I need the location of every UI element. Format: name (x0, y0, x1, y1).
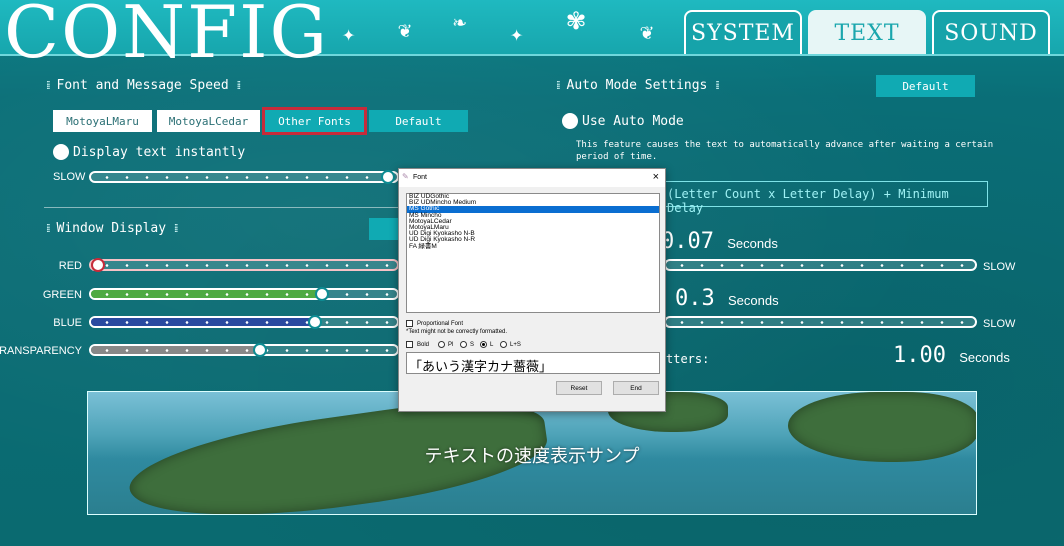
slider-label-red: RED (58, 260, 82, 272)
tab-text[interactable]: TEXT (808, 10, 926, 54)
dots-icon: ⁞⁞ (236, 78, 241, 92)
font-motoya-maru-button[interactable]: MotoyaLMaru (53, 110, 152, 132)
auto-section-heading: ⁞⁞ Auto Mode Settings ⁞⁞ (556, 78, 720, 93)
other-fonts-button[interactable]: Other Fonts (262, 107, 367, 135)
bird-icon: ❦ (640, 20, 654, 45)
slider-green[interactable] (89, 287, 399, 301)
font-preview: 「あいう漢字カナ薔薇」 (406, 352, 660, 374)
divider (44, 207, 399, 208)
bold-label: Bold (417, 342, 430, 348)
bird-icon: ❦ (398, 18, 412, 43)
letter-delay-slow-label: SLOW (983, 261, 1016, 273)
auto-section-title: Auto Mode Settings (566, 78, 708, 93)
window-section-heading: ⁞⁞ Window Display ⁞⁞ (46, 221, 178, 236)
size-radio-ls[interactable] (500, 341, 507, 348)
letter-delay-slider[interactable] (664, 259, 977, 271)
slider-label-blue: BLUE (53, 317, 82, 329)
display-instant-radio[interactable] (53, 144, 69, 160)
auto-description: This feature causes the text to automati… (576, 140, 994, 162)
proportional-label: Proportional Font (417, 321, 464, 327)
size-option-label: L+S (510, 342, 521, 348)
letter-delay-value: 0.07 Seconds (661, 229, 778, 254)
size-radio-l[interactable] (480, 341, 487, 348)
slider-knob[interactable] (381, 170, 395, 184)
format-note: *Text might not be correctly formatted. (406, 329, 508, 335)
font-default-button[interactable]: Default (369, 110, 468, 132)
size-option-label: S (470, 342, 475, 348)
header-bar: CONFIG ✦ ❦ ❧ ✦ ✾ ❦ SYSTEM TEXT SOUND (0, 0, 1064, 74)
font-motoya-cedar-button[interactable]: MotoyaLCedar (157, 110, 260, 132)
slider-transparency[interactable] (89, 343, 399, 357)
bird-icon: ❧ (453, 10, 467, 35)
use-auto-label: Use Auto Mode (582, 114, 684, 129)
auto-formula: (Letter Count x Letter Delay) + Minimum … (664, 181, 988, 215)
use-auto-radio[interactable] (562, 113, 578, 129)
sample-text: テキストの速度表示サンプ (424, 446, 640, 467)
end-button[interactable]: End (613, 381, 659, 395)
size-option-label: Pl (448, 342, 454, 348)
font-section-title: Font and Message Speed (56, 78, 229, 93)
tab-system[interactable]: SYSTEM (684, 10, 802, 54)
slider-label-transparency: TRANSPARENCY (0, 345, 82, 357)
size-option-label: L (490, 342, 494, 348)
font-section-heading: ⁞⁞ Font and Message Speed ⁞⁞ (46, 78, 241, 93)
slider-knob[interactable] (91, 258, 105, 272)
butterfly-icon: ✾ (567, 2, 586, 37)
slider-red[interactable] (89, 258, 399, 272)
window-default-button[interactable] (369, 218, 399, 240)
size-radio-pl[interactable] (438, 341, 445, 348)
proportional-checkbox[interactable] (406, 320, 413, 327)
bold-checkbox[interactable] (406, 341, 413, 348)
tab-sound[interactable]: SOUND (932, 10, 1050, 54)
font-dialog: ✎ Font × BIZ UDGothic BIZ UDMincho Medium… (398, 168, 666, 412)
font-list-item[interactable]: FA 緑書M (407, 243, 659, 250)
letters-value: 1.00 Seconds (893, 343, 1010, 368)
window-section-title: Window Display (56, 221, 167, 236)
speed-slow-label: SLOW (53, 171, 86, 183)
reset-button[interactable]: Reset (556, 381, 602, 395)
letters-label: tters: (666, 352, 710, 366)
font-icon: ✎ (402, 172, 409, 181)
dots-icon: ⁞⁞ (173, 221, 178, 235)
auto-default-button[interactable]: Default (876, 75, 975, 97)
min-delay-slider[interactable] (664, 316, 977, 328)
dots-icon: ⁞⁞ (46, 78, 50, 92)
min-delay-slow-label: SLOW (983, 318, 1016, 330)
font-list[interactable]: BIZ UDGothic BIZ UDMincho Medium MS Gothic… (406, 193, 660, 313)
slider-blue[interactable] (89, 315, 399, 329)
size-radio-s[interactable] (460, 341, 467, 348)
bird-icon: ✦ (342, 22, 356, 47)
dialog-titlebar: ✎ Font × (399, 169, 665, 187)
page-title: CONFIG (4, 0, 330, 74)
message-speed-slider[interactable] (89, 170, 399, 184)
slider-label-green: GREEN (42, 289, 82, 301)
close-icon[interactable]: × (653, 171, 659, 183)
dots-icon: ⁞⁞ (46, 221, 50, 235)
slider-knob[interactable] (314, 287, 329, 301)
slider-knob[interactable] (252, 343, 267, 357)
dots-icon: ⁞⁞ (556, 78, 560, 92)
bird-icon: ✦ (510, 22, 524, 47)
dots-icon: ⁞⁞ (715, 78, 719, 92)
slider-knob[interactable] (308, 315, 323, 329)
min-delay-value: 0.3 Seconds (675, 286, 779, 311)
display-instant-label: Display text instantly (73, 145, 246, 160)
dialog-title: Font (413, 174, 428, 181)
